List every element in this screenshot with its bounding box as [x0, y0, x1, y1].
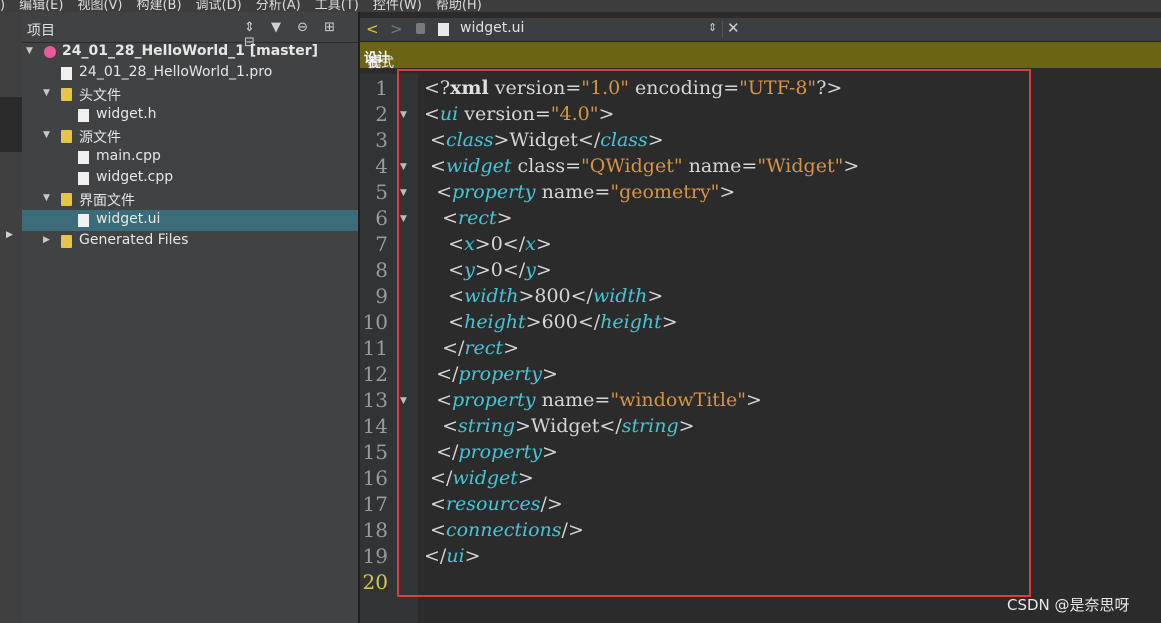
back-arrow-icon[interactable]: < [366, 20, 379, 38]
tree-item[interactable]: widget.h [22, 105, 358, 126]
menu-item[interactable]: 控件(W) [373, 0, 422, 12]
pro-file-icon [61, 67, 72, 80]
menu-item[interactable]: 帮助(H) [436, 0, 482, 12]
tree-item[interactable]: main.cpp [22, 147, 358, 168]
line-number: 7 [375, 232, 388, 256]
tree-item-label: main.cpp [96, 148, 161, 164]
line-number: 11 [362, 336, 388, 360]
forward-arrow-icon[interactable]: > [390, 20, 403, 38]
project-panel-header: 项目 ⇕ ▼ ⊖ ⊞ ⊟ [22, 18, 358, 50]
menu-item[interactable]: 视图(V) [77, 0, 122, 12]
line-number: 12 [362, 362, 388, 386]
tree-item-label: 界面文件 [79, 193, 135, 209]
info-bar: 此文件仅可在设计模式中编辑。 [360, 42, 1161, 166]
tree-item[interactable]: ▼ 24_01_28_HelloWorld_1 [master] [22, 42, 358, 63]
menu-item[interactable]: 工具(T) [315, 0, 359, 12]
cpp-file-icon [78, 172, 89, 185]
folder-icon [61, 235, 72, 248]
line-number: 15 [362, 440, 388, 464]
tree-item-label: 24_01_28_HelloWorld_1 [master] [62, 43, 319, 59]
collapse-icon[interactable]: ▼ [43, 193, 50, 203]
ui-file-icon [78, 214, 89, 227]
line-number: 6 [375, 206, 388, 230]
line-number: 9 [375, 284, 388, 308]
forms-folder-icon [61, 193, 72, 206]
tree-item[interactable]: ▼ 界面文件 [22, 189, 358, 210]
line-number: 19 [362, 544, 388, 568]
collapse-icon[interactable]: ▼ [43, 130, 50, 140]
collapse-icon[interactable]: ▼ [26, 46, 33, 56]
menu-item[interactable]: 调试(D) [196, 0, 242, 12]
menu-item[interactable]: 构建(B) [136, 0, 181, 12]
line-number: 5 [375, 180, 388, 204]
collapse-icon[interactable]: ▼ [43, 88, 50, 98]
tree-item-label: 头文件 [79, 88, 121, 104]
line-number: 13 [362, 388, 388, 412]
tree-item-label: widget.h [96, 106, 157, 122]
line-number: 17 [362, 492, 388, 516]
tree-item[interactable]: ▼ 源文件 [22, 126, 358, 147]
sidebar-expand-icon[interactable]: ▶ [6, 230, 13, 240]
tab-separator [722, 21, 723, 38]
header-folder-icon [61, 88, 72, 101]
tree-item-label: widget.cpp [96, 169, 174, 185]
expand-icon[interactable]: ▶ [43, 235, 50, 245]
close-file-icon[interactable]: ✕ [727, 19, 740, 37]
line-number: 1 [375, 76, 388, 100]
file-dropdown-icon[interactable]: ⇕ [708, 21, 717, 34]
menu-items: ) 编辑(E) 视图(V) 构建(B) 调试(D) 分析(A) 工具(T) 控件(W) 帮助(H… [0, 0, 482, 12]
editor-tab-bar: < > widget.ui ⇕ ✕ [360, 18, 1161, 42]
mode-sidebar-active [0, 97, 22, 152]
cpp-file-icon [78, 151, 89, 164]
source-folder-icon [61, 130, 72, 143]
ui-file-icon [438, 23, 449, 36]
project-panel: 项目 ⇕ ▼ ⊖ ⊞ ⊟ ▼ 24_01_28_HelloWorld_1 [mas… [22, 12, 358, 623]
annotation-highlight-box [397, 69, 1031, 597]
project-tree: ▼ 24_01_28_HelloWorld_1 [master] 24_01_28_… [22, 42, 358, 252]
tree-item-label: 源文件 [79, 130, 121, 146]
line-number: 18 [362, 518, 388, 542]
tree-item[interactable]: 24_01_28_HelloWorld_1.pro [22, 63, 358, 84]
line-number: 16 [362, 466, 388, 490]
line-number: 2 [375, 102, 388, 126]
lock-icon [416, 23, 425, 34]
open-file-name[interactable]: widget.ui [460, 20, 524, 36]
line-number: 3 [375, 128, 388, 152]
mode-sidebar: ▶ [0, 12, 22, 623]
tree-item[interactable]: ▶ Generated Files [22, 231, 358, 252]
line-number: 14 [362, 414, 388, 438]
line-number: 4 [375, 154, 388, 178]
tree-item[interactable]: ▼ 头文件 [22, 84, 358, 105]
line-number: 20 [362, 570, 388, 594]
tree-item[interactable]: widget.cpp [22, 168, 358, 189]
menu-bar: ) 编辑(E) 视图(V) 构建(B) 调试(D) 分析(A) 工具(T) 控件(W) 帮助(H… [0, 0, 1161, 12]
tree-item[interactable]: widget.ui [22, 210, 358, 231]
line-number: 10 [362, 310, 388, 334]
header-file-icon [78, 109, 89, 122]
menu-item[interactable]: 编辑(E) [19, 0, 63, 12]
project-panel-title: 项目 [27, 23, 55, 39]
tree-item-label: widget.ui [96, 211, 161, 227]
watermark: CSDN @是奈思呀 [1007, 596, 1130, 614]
tree-item-label: 24_01_28_HelloWorld_1.pro [79, 64, 273, 80]
menu-item[interactable]: 分析(A) [256, 0, 301, 12]
line-number: 8 [375, 258, 388, 282]
info-message: 此文件仅可在设计模式中编辑。 [364, 47, 394, 166]
tree-item-label: Generated Files [79, 232, 189, 248]
project-icon [44, 46, 56, 58]
